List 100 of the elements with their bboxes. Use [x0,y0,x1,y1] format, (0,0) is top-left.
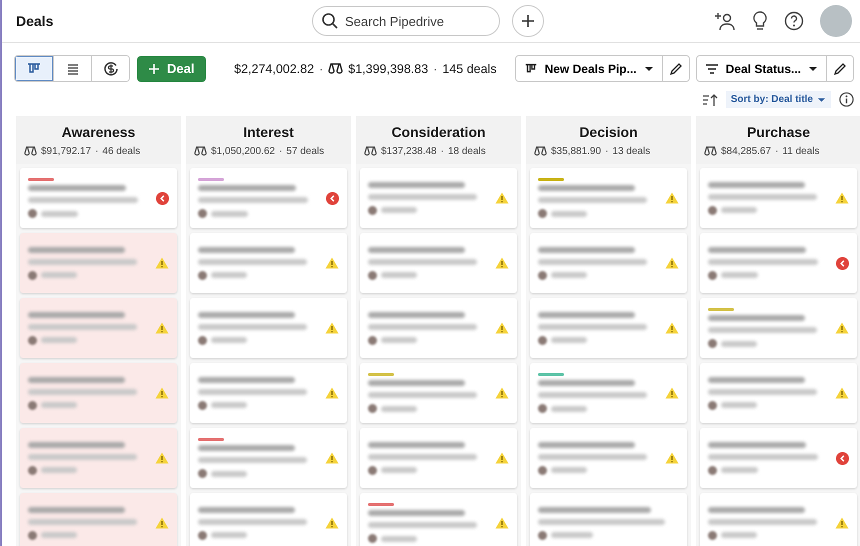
warning-icon [665,192,679,204]
warning-icon [155,387,169,399]
page-title: Deals [16,13,54,29]
blurred-avatar [198,469,207,478]
warning-icon [155,517,169,529]
deal-card[interactable] [700,493,857,546]
search-field[interactable]: Search Pipedrive [312,6,500,36]
blurred-avatar [368,336,377,344]
blurred-avatar [368,206,377,214]
blurred-text [41,337,78,343]
warning-icon [835,192,849,204]
overdue-icon [326,192,339,204]
blurred-avatar [368,404,377,413]
add-deal-button[interactable]: Deal [137,56,206,82]
blurred-text [211,532,248,538]
deal-card[interactable] [20,168,177,228]
separator: · [775,146,778,156]
blurred-text [381,337,418,343]
warning-icon [665,387,679,399]
deal-card[interactable] [700,298,857,358]
stage-name: Interest [243,124,294,140]
add-button[interactable] [512,5,544,37]
deal-card[interactable] [530,493,687,546]
deal-card[interactable] [700,233,857,293]
warning-icon [835,322,849,334]
blurred-avatar [28,336,37,344]
deal-card[interactable] [360,428,517,488]
blurred-text [551,337,588,343]
sort-order-icon[interactable] [702,92,718,106]
deal-card[interactable] [190,298,347,358]
deal-card[interactable] [190,428,347,488]
deal-card[interactable] [20,233,177,293]
blurred-avatar [368,270,377,280]
deal-card[interactable] [360,168,517,228]
warning-icon [155,452,169,464]
deal-card[interactable] [20,298,177,358]
separator: · [278,146,282,156]
blurred-avatar [28,466,37,474]
blurred-text [381,536,418,542]
blurred-text [551,532,594,538]
blurred-text [381,406,418,412]
deal-card[interactable] [360,233,517,293]
deal-card[interactable] [530,428,687,488]
warning-icon [155,257,169,269]
deal-card[interactable] [360,298,517,358]
blurred-avatar [708,206,717,214]
board-view-tab[interactable] [15,56,53,81]
blurred-text [551,272,588,278]
separator: · [319,62,324,76]
info-icon[interactable] [839,92,854,107]
deal-card[interactable] [530,298,687,358]
blurred-avatar [538,336,547,344]
lightbulb-icon[interactable] [752,11,768,31]
deal-card[interactable] [190,363,347,423]
scales-icon [328,62,344,74]
total-value: $2,274,002.82 [234,62,314,76]
warning-icon [665,257,679,269]
sort-dropdown[interactable]: Sort by: Deal title [726,91,831,108]
deal-card[interactable] [190,168,347,228]
blurred-text [551,406,588,412]
warning-icon [495,517,509,529]
deal-card[interactable] [360,363,517,423]
stage-value: $137,238.48 [381,146,437,156]
deal-card[interactable] [530,233,687,293]
scales-icon [364,146,377,156]
plus-icon [149,64,159,74]
blurred-avatar [198,400,207,410]
board-icon [524,62,538,76]
deal-card[interactable] [20,428,177,488]
stage-name: Purchase [746,124,810,140]
deal-card[interactable] [190,493,347,546]
blurred-avatar [708,530,717,540]
warning-icon [665,452,679,464]
deal-card[interactable] [20,493,177,546]
deal-card[interactable] [360,493,517,546]
deal-card[interactable] [20,363,177,423]
warning-icon [665,322,679,334]
blurred-avatar [708,466,717,474]
caret-icon [808,66,818,72]
blurred-text [381,207,418,213]
help-icon[interactable] [784,11,804,31]
deal-card[interactable] [530,363,687,423]
blurred-avatar [28,400,37,410]
deal-card[interactable] [700,428,857,488]
stage-value: $84,285.67 [721,146,772,156]
invite-user-icon[interactable] [714,11,736,31]
scales-icon [194,146,207,156]
avatar[interactable] [820,5,852,37]
stage-deal-count: 18 deals [448,146,486,156]
blurred-avatar [28,530,37,540]
blurred-avatar [708,270,717,280]
caret-icon [644,66,654,72]
deal-card[interactable] [190,233,347,293]
deal-card[interactable] [700,168,857,228]
scales-icon [704,146,717,156]
stage-deal-count: 13 deals [612,146,650,156]
forecast-view-tab[interactable] [91,56,129,81]
deal-card[interactable] [530,168,687,228]
deal-card[interactable] [700,363,857,423]
blurred-avatar [28,209,37,218]
